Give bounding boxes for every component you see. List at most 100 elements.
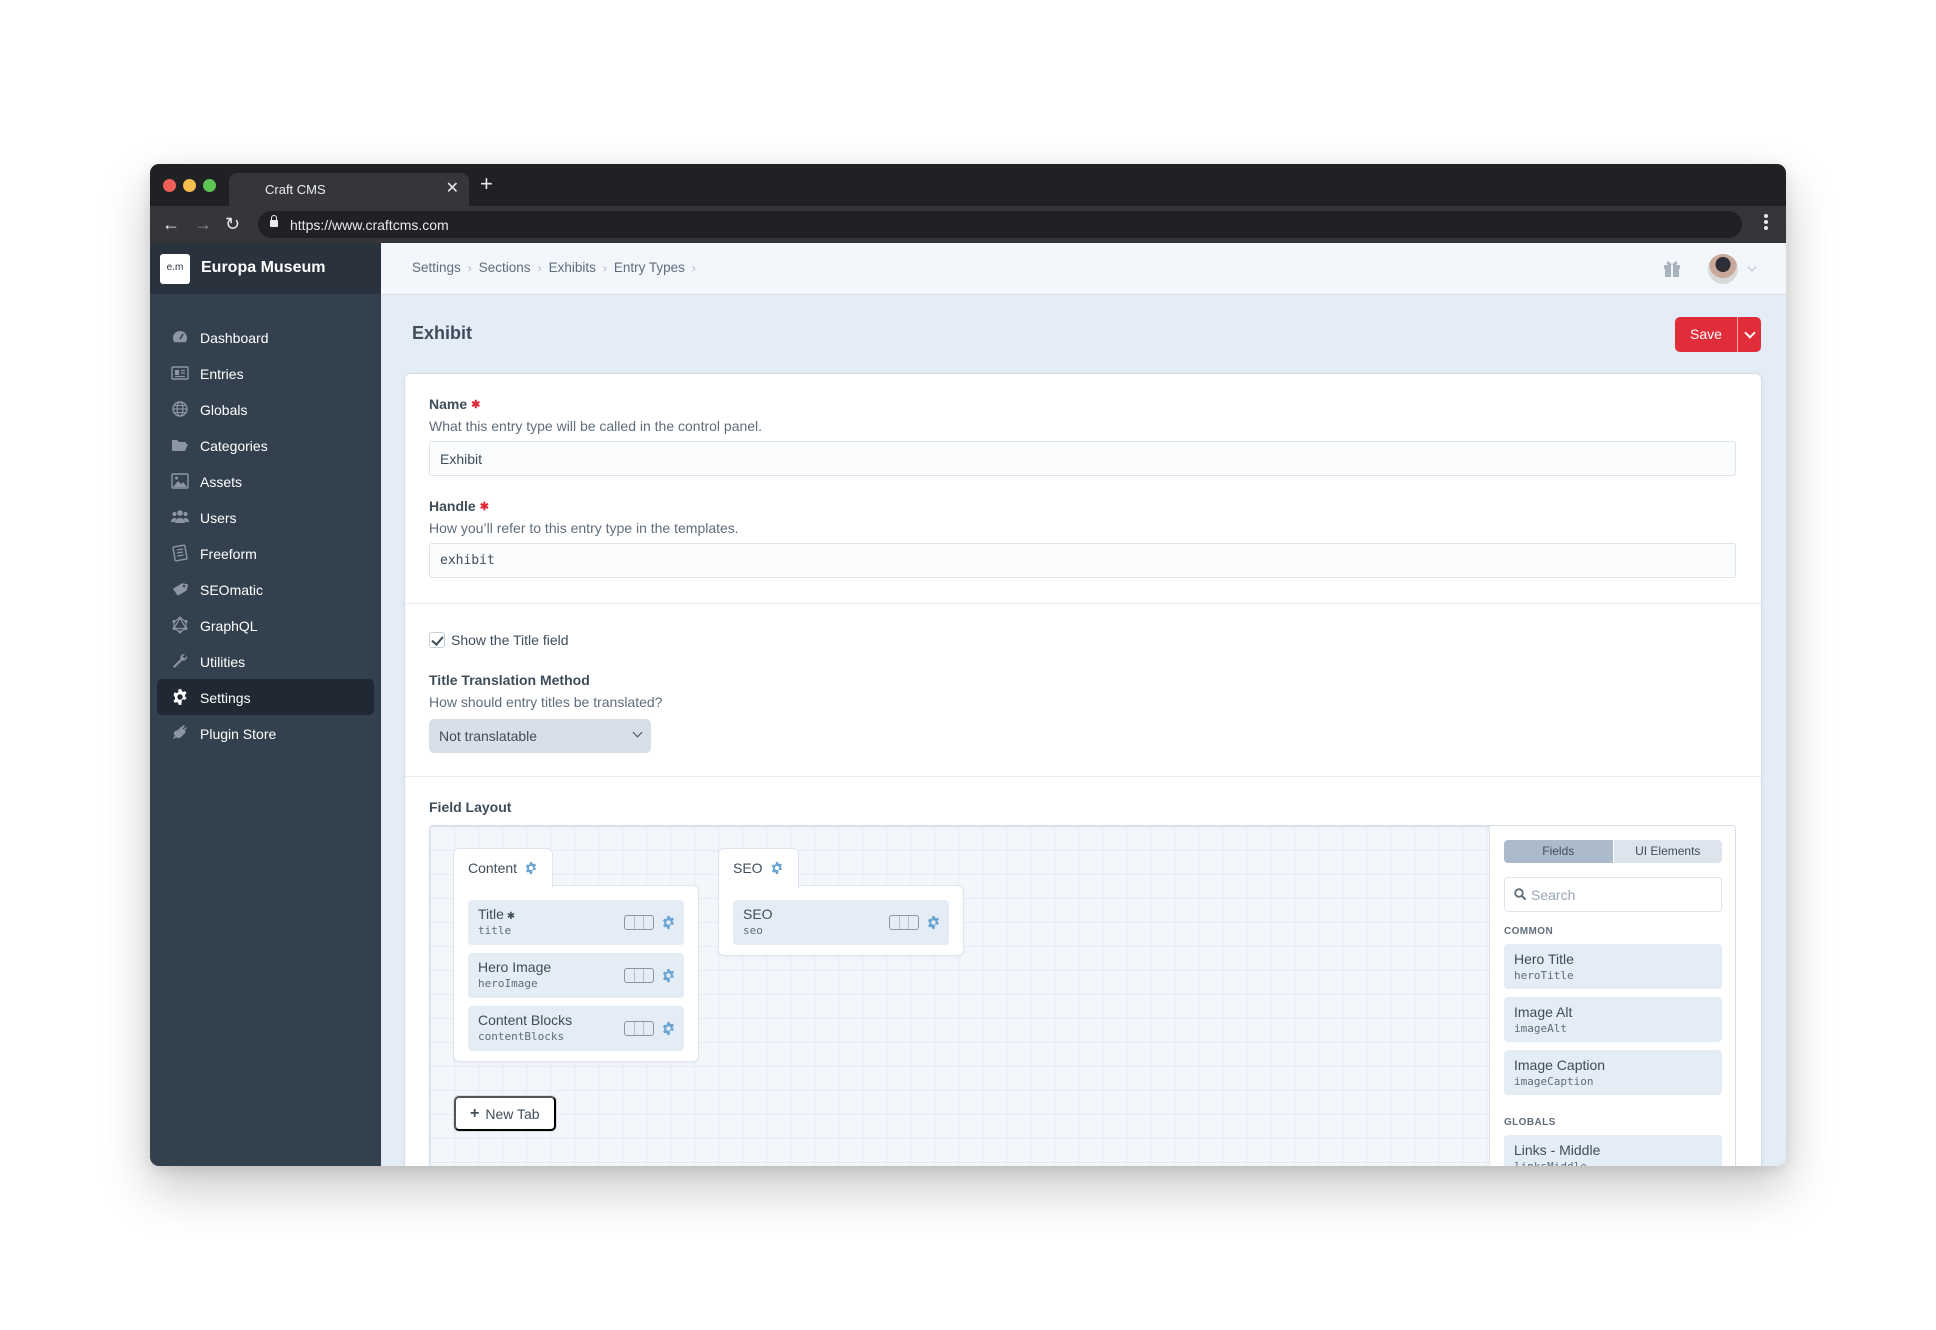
sidebar-item-label: Plugin Store [200, 726, 277, 742]
library-tab-fields[interactable]: Fields [1504, 840, 1613, 863]
gear-icon[interactable] [770, 861, 784, 875]
wrench-icon [171, 652, 189, 670]
name-label: Name [429, 396, 468, 412]
show-title-label: Show the Title field [451, 632, 569, 648]
library-field[interactable]: Image Alt imageAlt [1504, 997, 1722, 1042]
site-brand[interactable]: e.m Europa Museum [150, 243, 381, 294]
field-layout-label: Field Layout [429, 799, 512, 815]
sidebar-item-seomatic[interactable]: SEOmatic [157, 571, 374, 607]
library-field[interactable]: Image Caption imageCaption [1504, 1050, 1722, 1095]
required-asterisk-icon: ✱ [503, 911, 516, 922]
breadcrumb-item[interactable]: Settings [412, 260, 461, 275]
tab-close-icon[interactable]: ✕ [446, 179, 459, 199]
browser-menu-icon[interactable] [1764, 214, 1768, 232]
sidebar-item-plugin-store[interactable]: Plugin Store [157, 715, 374, 751]
sidebar-item-label: GraphQL [200, 618, 258, 634]
sidebar-item-label: Users [200, 510, 237, 526]
forward-arrow-icon[interactable]: → [194, 213, 212, 235]
layout-field[interactable]: Content Blocks contentBlocks [468, 1006, 684, 1051]
maximize-window-button[interactable] [203, 179, 216, 192]
library-tab-ui-elements[interactable]: UI Elements [1612, 840, 1722, 863]
user-menu-chevron-icon[interactable] [1747, 262, 1757, 272]
browser-toolbar: ← → ↻ https://www.craftcms.com [150, 206, 1786, 243]
sidebar-item-users[interactable]: Users [157, 499, 374, 535]
gear-icon[interactable] [661, 1021, 676, 1036]
handle-instructions: How you’ll refer to this entry type in t… [429, 520, 739, 536]
sidebar-item-assets[interactable]: Assets [157, 463, 374, 499]
new-tab-label: New Tab [485, 1105, 540, 1122]
handle-label: Handle [429, 498, 476, 514]
breadcrumb-item[interactable]: Sections [479, 260, 531, 275]
save-options-chevron-icon[interactable] [1737, 317, 1761, 352]
breadcrumb: Settings › Sections › Exhibits › Entry Types › [412, 260, 703, 275]
show-title-checkbox[interactable] [429, 632, 445, 648]
sidebar-item-freeform[interactable]: Freeform [157, 535, 374, 571]
browser-window: Craft CMS ✕ + ← → ↻ https://www.craftcms… [150, 164, 1786, 1166]
chevron-right-icon: › [537, 261, 542, 275]
sidebar-nav: Dashboard Entries Globals Categories Assets U… [150, 319, 381, 751]
breadcrumb-item[interactable]: Exhibits [549, 260, 596, 275]
sidebar-item-globals[interactable]: Globals [157, 391, 374, 427]
layout-tab-fields: SEO seo [719, 886, 963, 955]
gear-icon[interactable] [524, 861, 538, 875]
users-icon [171, 508, 189, 526]
entry-type-settings-card: Name ✱ What this entry type will be calle… [405, 374, 1761, 1166]
select-value: Not translatable [439, 728, 538, 744]
page-title: Exhibit [412, 323, 473, 343]
sidebar-item-utilities[interactable]: Utilities [157, 643, 374, 679]
close-window-button[interactable] [163, 179, 176, 192]
field-width-icon[interactable] [624, 1021, 654, 1036]
handle-input[interactable] [429, 543, 1736, 578]
layout-field[interactable]: Title ✱ title [468, 900, 684, 945]
gear-icon[interactable] [661, 915, 676, 930]
dashboard-icon [171, 328, 189, 346]
layout-tab-header[interactable]: SEO [719, 849, 798, 890]
sidebar-item-dashboard[interactable]: Dashboard [157, 319, 374, 355]
layout-field[interactable]: SEO seo [733, 900, 949, 945]
chevron-down-icon [632, 727, 643, 738]
sidebar-item-label: SEOmatic [200, 582, 264, 598]
save-button-group: Save [1675, 317, 1761, 352]
browser-tab[interactable]: Craft CMS ✕ [229, 173, 469, 206]
library-field[interactable]: Links - Middle linksMiddle [1504, 1135, 1722, 1166]
field-name: Hero Image [478, 959, 551, 975]
minimize-window-button[interactable] [183, 179, 196, 192]
layout-tab-header[interactable]: Content [454, 849, 553, 890]
sidebar-item-label: Assets [200, 474, 243, 490]
sidebar-item-categories[interactable]: Categories [157, 427, 374, 463]
library-tab-switcher: Fields UI Elements [1504, 840, 1722, 863]
field-width-icon[interactable] [624, 968, 654, 983]
new-tab-plus-icon[interactable]: + [480, 171, 493, 197]
field-name: Hero Title [1514, 951, 1574, 967]
new-tab-button[interactable]: + New Tab [454, 1096, 556, 1131]
field-search[interactable] [1504, 877, 1722, 912]
field-handle: imageAlt [1514, 1022, 1567, 1035]
library-field[interactable]: Hero Title heroTitle [1504, 944, 1722, 989]
show-title-checkbox-row[interactable]: Show the Title field [429, 632, 569, 648]
address-bar[interactable]: https://www.craftcms.com [258, 211, 1742, 238]
gear-icon[interactable] [661, 968, 676, 983]
back-arrow-icon[interactable]: ← [162, 213, 180, 235]
sidebar-item-settings[interactable]: Settings [157, 679, 374, 715]
gift-icon[interactable] [1662, 258, 1682, 278]
url-text: https://www.craftcms.com [290, 217, 449, 233]
sidebar-item-entries[interactable]: Entries [157, 355, 374, 391]
sidebar-item-graphql[interactable]: GraphQL [157, 607, 374, 643]
save-button[interactable]: Save [1675, 317, 1737, 352]
field-width-icon[interactable] [889, 915, 919, 930]
graphql-icon [171, 616, 189, 634]
field-layout-canvas: + New Tab Content Title ✱ title Hero Image h… [430, 826, 1489, 1166]
field-width-icon[interactable] [624, 915, 654, 930]
layout-tab-name: SEO [733, 860, 763, 876]
reload-icon[interactable]: ↻ [225, 213, 240, 235]
layout-field[interactable]: Hero Image heroImage [468, 953, 684, 998]
tab-title: Craft CMS [265, 182, 326, 197]
gear-icon[interactable] [926, 915, 941, 930]
breadcrumb-item[interactable]: Entry Types [614, 260, 685, 275]
name-input[interactable] [429, 441, 1736, 476]
title-translation-select[interactable]: Not translatable [429, 719, 651, 753]
field-library: FieldsUI Elements COMMON Hero Title heroTi… [1489, 826, 1735, 1166]
user-avatar[interactable] [1708, 254, 1738, 284]
field-search-input[interactable] [1531, 878, 1716, 911]
globe-icon [171, 400, 189, 418]
